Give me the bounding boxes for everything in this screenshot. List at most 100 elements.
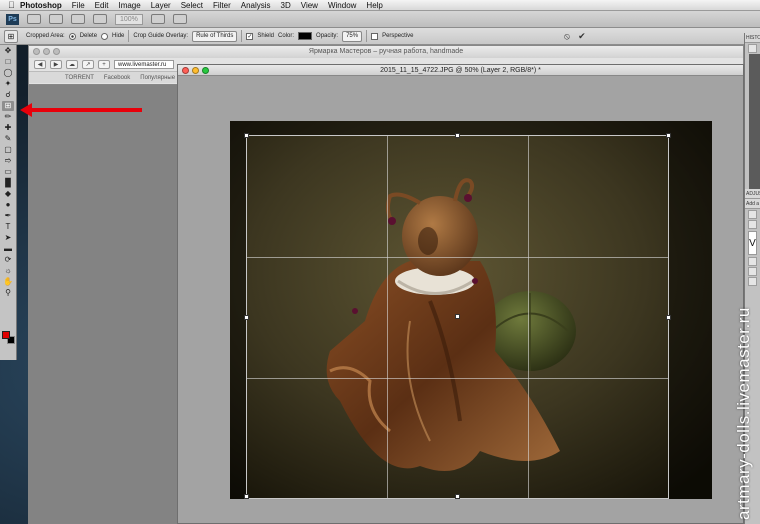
- history-state[interactable]: [749, 90, 760, 99]
- hide-radio[interactable]: [101, 32, 109, 40]
- screen-mode-icon[interactable]: [172, 14, 187, 24]
- type-tool-icon[interactable]: T: [2, 222, 14, 232]
- menu-filter[interactable]: Filter: [213, 0, 231, 11]
- history-brush-tool-icon[interactable]: ➱: [2, 156, 14, 166]
- opacity-field[interactable]: 75%: [342, 30, 363, 42]
- crop-guide-overlay-select[interactable]: Rule of Thirds: [192, 30, 238, 42]
- bridge-icon[interactable]: [27, 14, 41, 24]
- spot-heal-tool-icon[interactable]: ✚: [2, 123, 14, 133]
- shield-checkbox[interactable]: ✓: [246, 32, 254, 40]
- menu-view[interactable]: View: [301, 0, 318, 11]
- brush-tool-icon[interactable]: ✎: [2, 134, 14, 144]
- menu-help[interactable]: Help: [366, 0, 382, 11]
- adjustment-preset[interactable]: [748, 220, 757, 229]
- hand-icon[interactable]: [71, 14, 85, 24]
- adjustment-preset[interactable]: [748, 267, 757, 276]
- apple-icon[interactable]: : [8, 0, 20, 10]
- document-zoom-button[interactable]: [202, 67, 209, 74]
- menu-app-name[interactable]: Photoshop: [20, 0, 62, 11]
- browser-zoom-button[interactable]: [53, 48, 60, 55]
- history-snapshot[interactable]: [748, 44, 757, 53]
- crop-handle-left[interactable]: [244, 315, 249, 320]
- new-tab-button[interactable]: +: [98, 60, 110, 69]
- menu-window[interactable]: Window: [328, 0, 356, 11]
- share-icon[interactable]: ↗: [82, 60, 94, 69]
- marquee-tool-icon[interactable]: □: [2, 57, 14, 67]
- menu-file[interactable]: File: [72, 0, 85, 11]
- history-state[interactable]: [749, 99, 760, 108]
- adjustments-panel-header[interactable]: ADJUS: [745, 189, 760, 199]
- eraser-tool-icon[interactable]: ▭: [2, 167, 14, 177]
- history-panel-header[interactable]: HISTO: [745, 33, 760, 43]
- forward-button[interactable]: ▶: [50, 60, 62, 69]
- arrange-documents-icon[interactable]: [150, 14, 165, 24]
- history-state[interactable]: [749, 144, 760, 153]
- crop-center-handle[interactable]: [455, 314, 460, 319]
- bookmark-popular[interactable]: Популярные: [140, 75, 175, 81]
- 3d-orbit-tool-icon[interactable]: ☼: [2, 266, 14, 276]
- zoom-tool-icon[interactable]: ☌: [2, 90, 14, 100]
- browser-minimize-button[interactable]: [43, 48, 50, 55]
- adjustment-preset[interactable]: [748, 210, 757, 219]
- menu-layer[interactable]: Layer: [151, 0, 171, 11]
- menu-select[interactable]: Select: [181, 0, 203, 11]
- blur-tool-icon[interactable]: ◆: [2, 189, 14, 199]
- gradient-tool-icon[interactable]: █: [2, 178, 14, 188]
- zoom-tool-icon[interactable]: [93, 14, 107, 24]
- history-state[interactable]: [749, 108, 760, 117]
- hand-tool-icon[interactable]: ✋: [2, 277, 14, 287]
- history-state[interactable]: [749, 180, 760, 189]
- shield-color-swatch[interactable]: [298, 32, 313, 40]
- crop-preset-icon[interactable]: ⊞: [4, 29, 18, 43]
- crop-handle-top-left[interactable]: [244, 133, 249, 138]
- shape-tool-icon[interactable]: ▬: [2, 244, 14, 254]
- history-state[interactable]: [749, 171, 760, 180]
- crop-handle-top-right[interactable]: [666, 133, 671, 138]
- bookmark-torrent[interactable]: TORRENT: [65, 75, 94, 81]
- history-state[interactable]: [749, 126, 760, 135]
- menu-3d[interactable]: 3D: [281, 0, 291, 11]
- menu-image[interactable]: Image: [118, 0, 140, 11]
- crop-handle-bottom[interactable]: [455, 494, 460, 499]
- dodge-tool-icon[interactable]: ●: [2, 200, 14, 210]
- delete-radio[interactable]: [68, 32, 76, 40]
- path-select-tool-icon[interactable]: ➤: [2, 233, 14, 243]
- history-state[interactable]: [749, 81, 760, 90]
- commit-crop-icon[interactable]: ✔: [576, 31, 587, 42]
- history-state[interactable]: [749, 63, 760, 72]
- adjustment-preset[interactable]: [748, 257, 757, 266]
- foreground-color-swatch[interactable]: [2, 331, 10, 339]
- menu-analysis[interactable]: Analysis: [241, 0, 271, 11]
- document-minimize-button[interactable]: [192, 67, 199, 74]
- history-state[interactable]: [749, 54, 760, 63]
- magnify-tool-icon[interactable]: ⚲: [2, 288, 14, 298]
- quick-select-tool-icon[interactable]: ✦: [2, 79, 14, 89]
- adjustment-preset[interactable]: [748, 277, 757, 286]
- crop-handle-right[interactable]: [666, 315, 671, 320]
- browser-close-button[interactable]: [33, 48, 40, 55]
- crop-handle-bottom-left[interactable]: [244, 494, 249, 499]
- lasso-tool-icon[interactable]: ◯: [2, 68, 14, 78]
- address-bar[interactable]: www.livemaster.ru: [114, 60, 174, 69]
- bookmark-facebook[interactable]: Facebook: [104, 75, 130, 81]
- history-state[interactable]: [749, 117, 760, 126]
- move-tool-icon[interactable]: ✥: [2, 46, 14, 56]
- menu-edit[interactable]: Edit: [95, 0, 109, 11]
- zoom-level-field[interactable]: 100%: [115, 13, 143, 25]
- history-state[interactable]: [749, 72, 760, 81]
- crop-handle-top[interactable]: [455, 133, 460, 138]
- history-state[interactable]: [749, 135, 760, 144]
- mini-bridge-icon[interactable]: [49, 14, 63, 24]
- 3d-rotate-tool-icon[interactable]: ⟳: [2, 255, 14, 265]
- cancel-crop-icon[interactable]: ⦸: [561, 31, 572, 42]
- crop-tool-icon[interactable]: ⊞: [2, 101, 14, 111]
- icloud-icon[interactable]: ☁: [66, 60, 78, 69]
- history-state[interactable]: [749, 153, 760, 162]
- stamp-tool-icon[interactable]: ▢: [2, 145, 14, 155]
- perspective-checkbox[interactable]: [371, 32, 379, 40]
- pen-tool-icon[interactable]: ✒: [2, 211, 14, 221]
- document-close-button[interactable]: [182, 67, 189, 74]
- history-state[interactable]: [749, 162, 760, 171]
- back-button[interactable]: ◀: [34, 60, 46, 69]
- eyedropper-tool-icon[interactable]: ✏: [2, 112, 14, 122]
